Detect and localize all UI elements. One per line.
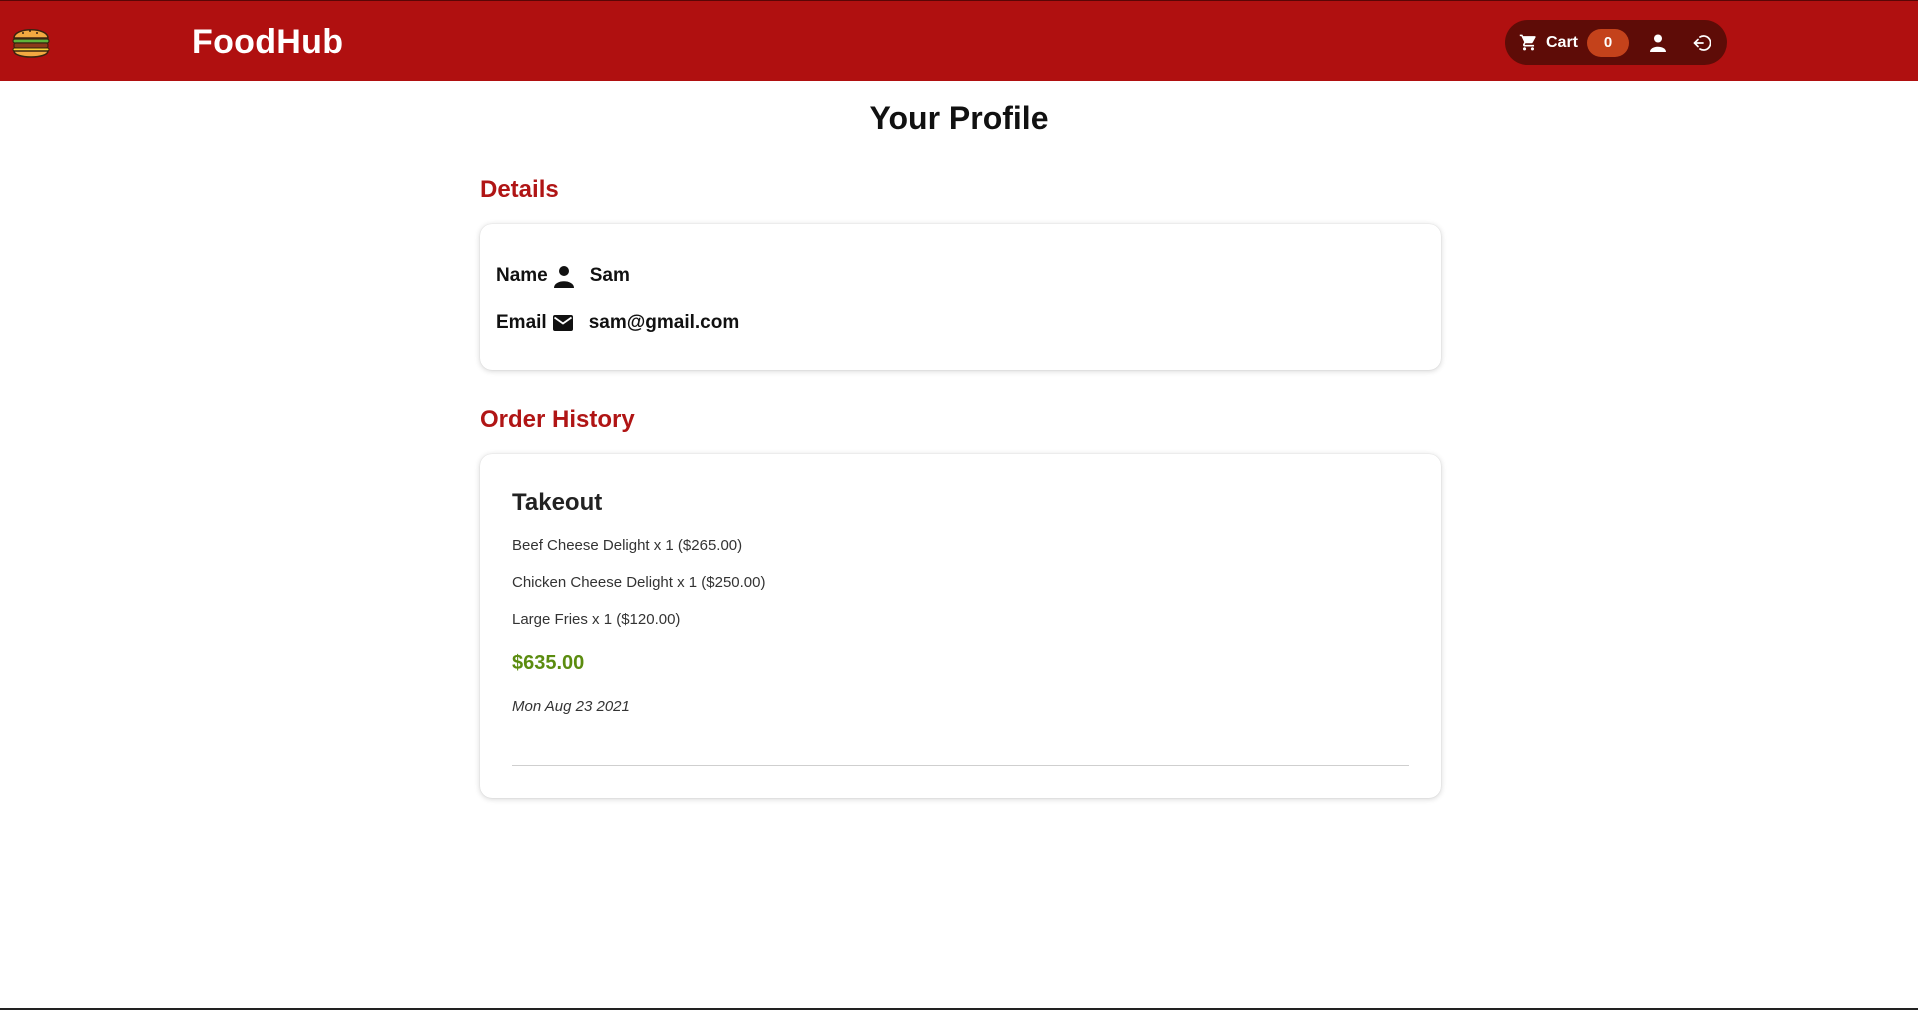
name-value: Sam — [589, 265, 630, 286]
profile-button[interactable] — [1647, 32, 1669, 54]
envelope-icon — [552, 315, 573, 331]
order-total: $635.00 — [512, 652, 585, 674]
burger-icon[interactable] — [10, 21, 52, 63]
email-value: sam@gmail.com — [588, 312, 740, 333]
order-card: Takeout Beef Cheese Delight x 1 ($265.00… — [480, 454, 1441, 798]
person-icon — [553, 266, 574, 288]
brand-title[interactable]: FoodHub — [192, 23, 343, 62]
logout-icon — [1693, 34, 1712, 51]
cart-icon — [1519, 34, 1536, 51]
order-type: Takeout — [512, 489, 603, 516]
email-row: Email sam@gmail.com — [496, 311, 739, 335]
order-item: Large Fries x 1 ($120.00) — [512, 611, 681, 628]
name-row: Name Sam — [496, 264, 630, 288]
details-card: Name Sam Email sam@gmail.com — [480, 224, 1441, 370]
cart-label: Cart — [1546, 33, 1579, 51]
order-divider — [512, 765, 1409, 766]
order-item: Chicken Cheese Delight x 1 ($250.00) — [512, 574, 766, 591]
order-date: Mon Aug 23 2021 — [512, 698, 630, 715]
email-label: Email — [496, 312, 547, 333]
nav-actions: Cart 0 — [1505, 20, 1727, 65]
user-icon — [1650, 34, 1667, 52]
details-heading: Details — [480, 176, 559, 203]
logout-button[interactable] — [1691, 32, 1713, 54]
cart-button[interactable]: Cart 0 — [1519, 28, 1630, 57]
page-title: Your Profile — [869, 100, 1049, 136]
top-navbar: FoodHub Cart 0 — [0, 0, 1918, 81]
name-label: Name — [496, 265, 548, 286]
cart-count-badge: 0 — [1587, 28, 1630, 57]
order-item: Beef Cheese Delight x 1 ($265.00) — [512, 537, 743, 554]
order-history-heading: Order History — [480, 406, 635, 433]
